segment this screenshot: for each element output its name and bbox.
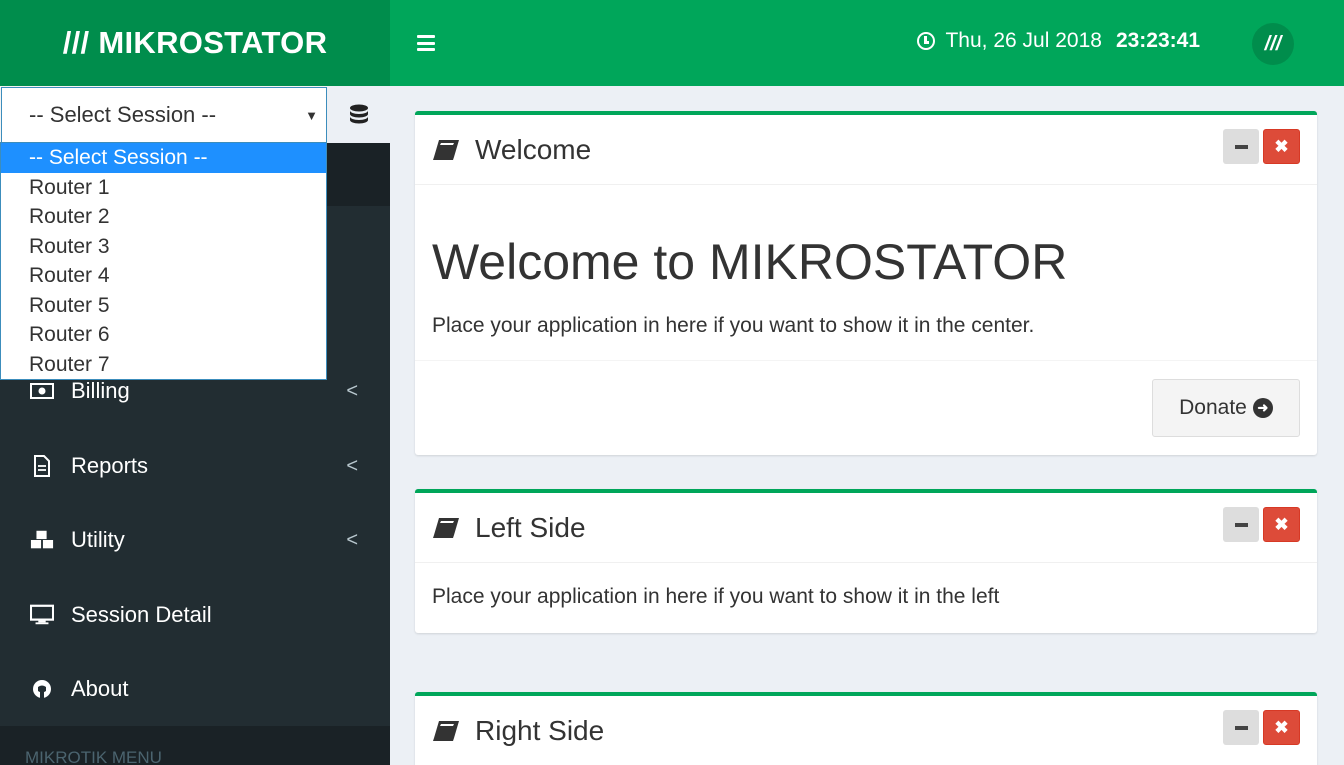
collapse-button[interactable] xyxy=(1223,129,1259,164)
main-content: Welcome ✖ Welcome to MIKROSTATOR Place y… xyxy=(390,86,1344,765)
session-option[interactable]: Router 7 xyxy=(1,350,326,380)
box-header: Welcome ✖ xyxy=(415,115,1317,185)
close-icon: ✖ xyxy=(1274,136,1289,156)
session-option[interactable]: Router 1 xyxy=(1,173,326,203)
time-text: 23:23:41 xyxy=(1115,29,1200,52)
box-header: Left Side ✖ xyxy=(415,493,1317,563)
box-title: Welcome xyxy=(475,134,592,165)
close-button[interactable]: ✖ xyxy=(1263,710,1300,745)
donate-label: Donate xyxy=(1179,396,1247,419)
right-side-box: Right Side ✖ xyxy=(415,692,1317,765)
book-icon xyxy=(432,139,460,166)
date-text: Thu, 26 Jul 2018 xyxy=(945,29,1102,52)
top-navbar: Thu, 26 Jul 2018 23:23:41 /// xyxy=(390,0,1344,86)
session-select-value: -- Select Session -- xyxy=(29,102,217,127)
left-side-text: Place your application in here if you wa… xyxy=(432,585,1000,608)
sidebar-item-label: Utility xyxy=(71,527,125,552)
chevron-left-icon: < xyxy=(346,528,358,551)
file-text-icon xyxy=(30,455,54,477)
chevron-left-icon: < xyxy=(346,379,358,402)
sidebar-item-session-detail[interactable]: Session Detail xyxy=(0,578,390,652)
left-side-box: Left Side ✖ Place your application in he… xyxy=(415,489,1317,633)
box-footer: Donate ➜ xyxy=(415,361,1317,455)
database-button[interactable] xyxy=(327,86,390,143)
welcome-text: Place your application in here if you wa… xyxy=(432,314,1035,337)
sidebar-item-label: Session Detail xyxy=(71,602,212,627)
close-button[interactable]: ✖ xyxy=(1263,507,1300,542)
session-select[interactable]: -- Select Session -- ▼ xyxy=(1,87,327,143)
user-avatar[interactable]: /// xyxy=(1252,23,1294,65)
book-icon xyxy=(432,720,460,747)
box-title: Right Side xyxy=(475,715,605,746)
session-bar: -- Select Session -- ▼ xyxy=(0,86,390,143)
welcome-heading: Welcome to MIKROSTATOR xyxy=(432,234,1068,290)
clock-icon xyxy=(917,32,936,50)
github-icon xyxy=(30,678,54,700)
close-icon: ✖ xyxy=(1274,717,1289,737)
close-icon: ✖ xyxy=(1274,514,1289,534)
session-option[interactable]: -- Select Session -- xyxy=(1,143,326,173)
sidebar-section-header: MIKROTIK MENU xyxy=(0,726,390,765)
desktop-icon xyxy=(30,604,54,626)
cubes-icon xyxy=(30,529,54,551)
sidebar-item-label: Reports xyxy=(71,453,149,478)
close-button[interactable]: ✖ xyxy=(1263,129,1300,164)
arrow-circle-right-icon: ➜ xyxy=(1252,398,1273,418)
sidebar-item-utility[interactable]: Utility < xyxy=(0,503,390,577)
session-dropdown-list: -- Select Session -- Router 1 Router 2 R… xyxy=(0,142,327,380)
minus-icon xyxy=(1234,725,1248,730)
database-icon xyxy=(349,104,368,123)
chevron-left-icon: < xyxy=(346,454,358,477)
sidebar-toggle-icon[interactable] xyxy=(417,35,435,51)
session-option[interactable]: Router 4 xyxy=(1,261,326,291)
minus-icon xyxy=(1234,144,1248,149)
session-option[interactable]: Router 5 xyxy=(1,291,326,321)
box-header: Right Side ✖ xyxy=(415,696,1317,765)
datetime-display: Thu, 26 Jul 2018 23:23:41 xyxy=(917,29,1200,53)
collapse-button[interactable] xyxy=(1223,710,1259,745)
sidebar-item-reports[interactable]: Reports < xyxy=(0,429,390,503)
app-logo[interactable]: /// MIKROSTATOR xyxy=(0,0,390,86)
minus-icon xyxy=(1234,522,1248,527)
sidebar-item-about[interactable]: About xyxy=(0,652,390,726)
box-body: Place your application in here if you wa… xyxy=(415,563,1317,633)
money-icon xyxy=(30,380,54,402)
session-option[interactable]: Router 3 xyxy=(1,232,326,262)
sidebar-item-label: About xyxy=(71,676,129,701)
collapse-button[interactable] xyxy=(1223,507,1259,542)
book-icon xyxy=(432,517,460,544)
session-option[interactable]: Router 6 xyxy=(1,320,326,350)
sidebar-item-label: Billing xyxy=(71,378,130,403)
donate-button[interactable]: Donate ➜ xyxy=(1152,379,1300,437)
dropdown-arrow-icon: ▼ xyxy=(305,108,318,123)
box-title: Left Side xyxy=(475,512,586,543)
session-option[interactable]: Router 2 xyxy=(1,202,326,232)
box-body: Welcome to MIKROSTATOR Place your applic… xyxy=(415,185,1317,361)
welcome-box: Welcome ✖ Welcome to MIKROSTATOR Place y… xyxy=(415,111,1317,455)
